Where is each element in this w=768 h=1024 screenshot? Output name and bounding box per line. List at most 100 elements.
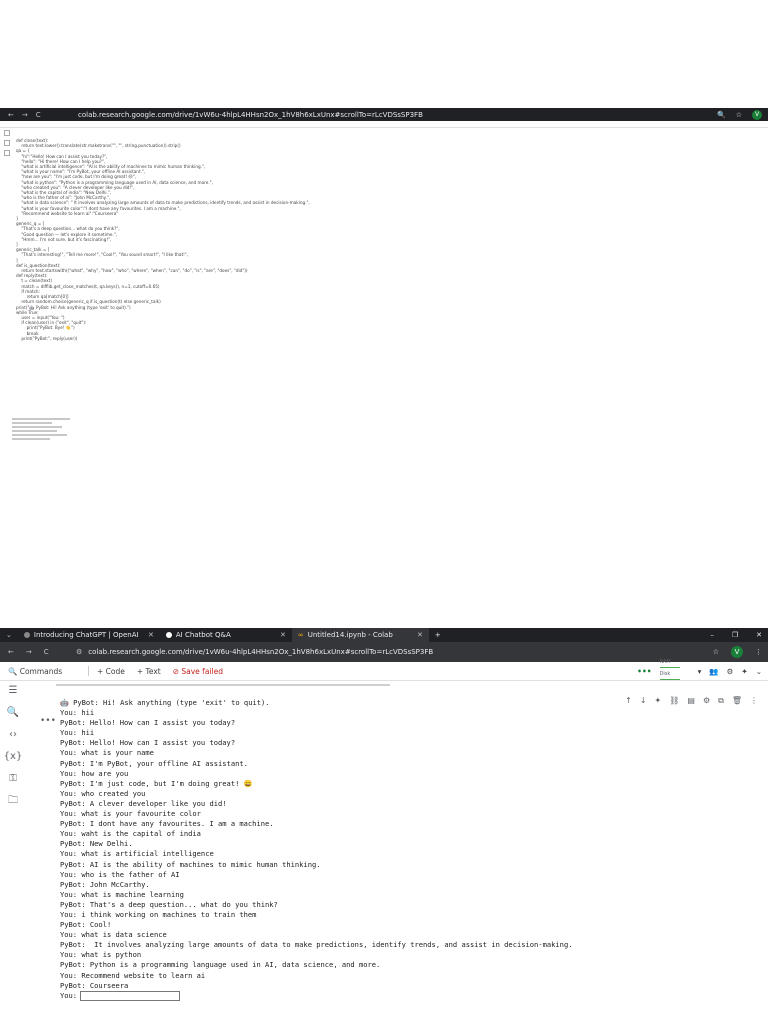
find-icon[interactable]: 🔍 xyxy=(0,702,26,724)
more-options-icon[interactable]: ⋮ xyxy=(750,696,758,706)
copy-icon[interactable]: ⧉ xyxy=(718,696,724,706)
output-line: PyBot: That's a deep question... what do… xyxy=(60,899,278,909)
code-snippets-icon[interactable]: ‹› xyxy=(0,724,26,746)
forward-icon[interactable]: → xyxy=(22,111,28,119)
files-folder-icon[interactable]: 🗀 xyxy=(0,790,26,812)
disk-label: Disk xyxy=(659,671,671,677)
output-line: PyBot: John McCarthy. xyxy=(60,879,150,889)
cell-output: 🤖 PyBot: Hi! Ask anything (type 'exit' t… xyxy=(60,698,573,1001)
commands-button[interactable]: 🔍 Commands xyxy=(0,667,88,676)
close-icon[interactable]: ✕ xyxy=(280,631,286,639)
chatbot-icon xyxy=(165,632,172,638)
cell-toolbar: ↑ ↓ ✦ ⛓ ▤ ⚙ ⧉ 🗑 ⋮ xyxy=(625,696,758,706)
output-line: PyBot: Cool! xyxy=(60,920,112,930)
minimize-icon[interactable]: – xyxy=(710,631,714,639)
zoom-icon[interactable]: 🔍 xyxy=(717,111,726,119)
tab-label: Untitled14.ipynb - Colab xyxy=(307,631,393,639)
output-line: You: what is data science xyxy=(60,930,167,940)
output-line: You: what is artificial intelligence xyxy=(60,849,214,859)
bookmark-star-icon[interactable]: ☆ xyxy=(713,648,719,656)
divider xyxy=(88,666,89,676)
ram-label: RAM xyxy=(659,659,671,665)
gemini-sparkle-icon[interactable]: ✦ xyxy=(741,667,747,676)
tab-label: Introducing ChatGPT | OpenAI xyxy=(33,631,139,639)
code-line: print("PyBot:", reply(user)) xyxy=(16,335,78,341)
colab-icon: ∞ xyxy=(297,631,304,639)
top-sidebar xyxy=(4,130,10,160)
output-line: PyBot: Hello! How can I assist you today… xyxy=(60,738,236,748)
add-text-button[interactable]: + Text xyxy=(137,667,161,676)
variables-icon[interactable]: {x} xyxy=(0,746,26,768)
tab-chatgpt[interactable]: Introducing ChatGPT | OpenAI ✕ xyxy=(18,628,160,642)
delete-icon[interactable]: 🗑 xyxy=(732,696,742,706)
top-url[interactable]: colab.research.google.com/drive/1vW6u-4h… xyxy=(78,111,717,119)
output-line: PyBot: I'm PyBot, your offline AI assist… xyxy=(60,758,248,768)
tab-colab[interactable]: ∞ Untitled14.ipynb - Colab ✕ xyxy=(291,628,429,642)
runtime-status-icon[interactable]: ••• xyxy=(637,667,651,676)
reload-icon[interactable]: C xyxy=(36,111,41,119)
output-line: PyBot: Python is a programming language … xyxy=(60,960,381,970)
avatar[interactable]: V xyxy=(731,646,743,658)
output-line: You: what is your favourite color xyxy=(60,809,201,819)
ram-bar xyxy=(659,667,680,668)
close-icon[interactable]: ✕ xyxy=(417,631,423,639)
save-status[interactable]: ⊘ Save failed xyxy=(173,667,223,676)
commands-label: Commands xyxy=(19,666,63,676)
share-people-icon[interactable]: 👥 xyxy=(709,667,718,676)
code-icon[interactable] xyxy=(4,150,10,156)
window-controls: – ❐ ✕ xyxy=(710,631,768,639)
tab-search-icon[interactable]: ⌄ xyxy=(0,631,18,639)
reload-icon[interactable]: C xyxy=(44,648,49,656)
link-icon[interactable]: ⛓ xyxy=(669,696,679,706)
openai-icon xyxy=(23,632,30,638)
input-prompt: You: xyxy=(60,990,78,1000)
url-field[interactable]: colab.research.google.com/drive/1vW6u-4h… xyxy=(88,648,712,656)
collapse-chevron-icon[interactable]: ⌄ xyxy=(756,667,762,676)
toc-icon[interactable] xyxy=(4,130,10,136)
nav-buttons: ← → C xyxy=(0,648,76,656)
search-icon[interactable] xyxy=(4,140,10,146)
cell-running-indicator[interactable]: ••• xyxy=(40,716,56,726)
secrets-key-icon[interactable]: ⚿ xyxy=(0,768,26,790)
move-up-icon[interactable]: ↑ xyxy=(625,696,632,706)
site-info-icon[interactable]: ⚙ xyxy=(76,648,82,656)
output-line: You: what is python xyxy=(60,950,142,960)
input-row: You: xyxy=(60,991,573,1001)
output-line: You: what is machine learning xyxy=(60,889,184,899)
new-tab-button[interactable]: + xyxy=(429,631,447,639)
close-window-icon[interactable]: ✕ xyxy=(756,631,762,639)
user-input-field[interactable] xyxy=(80,990,181,1001)
output-line: You: hii xyxy=(60,728,95,738)
add-code-button[interactable]: + Code xyxy=(97,667,125,676)
gemini-icon[interactable]: ✦ xyxy=(655,696,662,706)
toc-icon[interactable]: ☰ xyxy=(0,680,26,702)
settings-gear-icon[interactable]: ⚙ xyxy=(727,667,734,676)
colab-toolbar: 🔍 Commands + Code + Text ⊘ Save failed •… xyxy=(0,659,768,681)
output-line: You: Recommend website to learn ai xyxy=(60,970,206,980)
tab-ai-chatbot[interactable]: AI Chatbot Q&A ✕ xyxy=(160,628,292,642)
output-line: PyBot: It involves analyzing large amoun… xyxy=(60,940,573,950)
bottom-screenshot: ⌄ Introducing ChatGPT | OpenAI ✕ AI Chat… xyxy=(0,628,768,1001)
output-line: 🤖 PyBot: Hi! Ask anything (type 'exit' t… xyxy=(60,698,270,707)
back-icon[interactable]: ← xyxy=(8,648,14,656)
browser-menu-icon[interactable]: ⋮ xyxy=(755,648,762,656)
output-scrollbar[interactable] xyxy=(56,684,390,686)
save-status-label: Save failed xyxy=(181,666,223,676)
output-line: PyBot: Courseera xyxy=(60,980,129,990)
tab-label: AI Chatbot Q&A xyxy=(175,631,231,639)
code-cell[interactable]: ••• ↑ ↓ ✦ ⛓ ▤ ⚙ ⧉ 🗑 ⋮ 🤖 PyBot: Hi! Ask a… xyxy=(36,680,768,1001)
output-line: PyBot: AI is the ability of machines to … xyxy=(60,859,321,869)
comment-icon[interactable]: ▤ xyxy=(687,696,695,706)
chevron-down-icon[interactable]: ▾ xyxy=(698,667,702,676)
close-icon[interactable]: ✕ xyxy=(148,631,154,639)
back-icon[interactable]: ← xyxy=(8,111,14,119)
restore-icon[interactable]: ❐ xyxy=(732,631,738,639)
browser-tab-bar: ⌄ Introducing ChatGPT | OpenAI ✕ AI Chat… xyxy=(0,628,768,642)
move-down-icon[interactable]: ↓ xyxy=(640,696,647,706)
bookmark-star-icon[interactable]: ☆ xyxy=(736,111,742,119)
output-line: PyBot: New Delhi. xyxy=(60,839,133,849)
output-line: You: what is your name xyxy=(60,748,154,758)
avatar[interactable]: V xyxy=(752,109,762,120)
forward-icon[interactable]: → xyxy=(26,648,32,656)
cell-settings-icon[interactable]: ⚙ xyxy=(703,696,710,706)
